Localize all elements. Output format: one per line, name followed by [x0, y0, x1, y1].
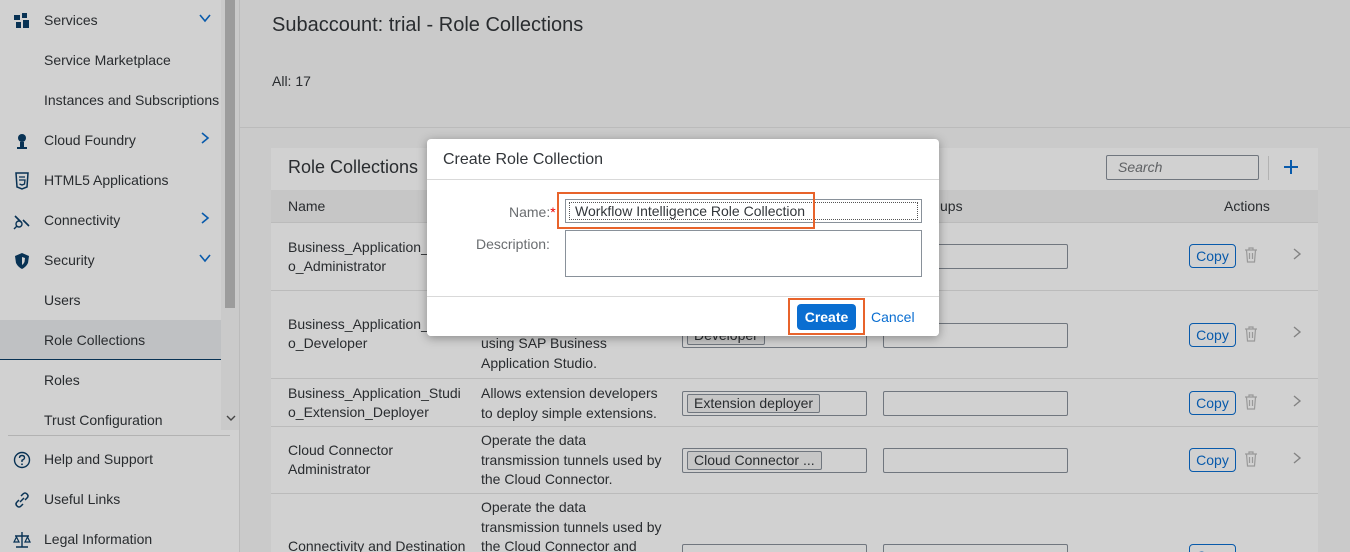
name-label: Name:* — [509, 204, 556, 220]
required-marker: * — [550, 204, 556, 220]
name-field-highlight — [557, 192, 815, 229]
cancel-button[interactable]: Cancel — [871, 309, 915, 325]
name-label-text: Name: — [509, 204, 551, 220]
dialog-header: Create Role Collection — [427, 139, 939, 180]
description-field[interactable] — [565, 230, 922, 277]
dialog-title: Create Role Collection — [443, 151, 604, 168]
description-label: Description: — [476, 236, 550, 252]
create-button-highlight — [788, 298, 865, 335]
